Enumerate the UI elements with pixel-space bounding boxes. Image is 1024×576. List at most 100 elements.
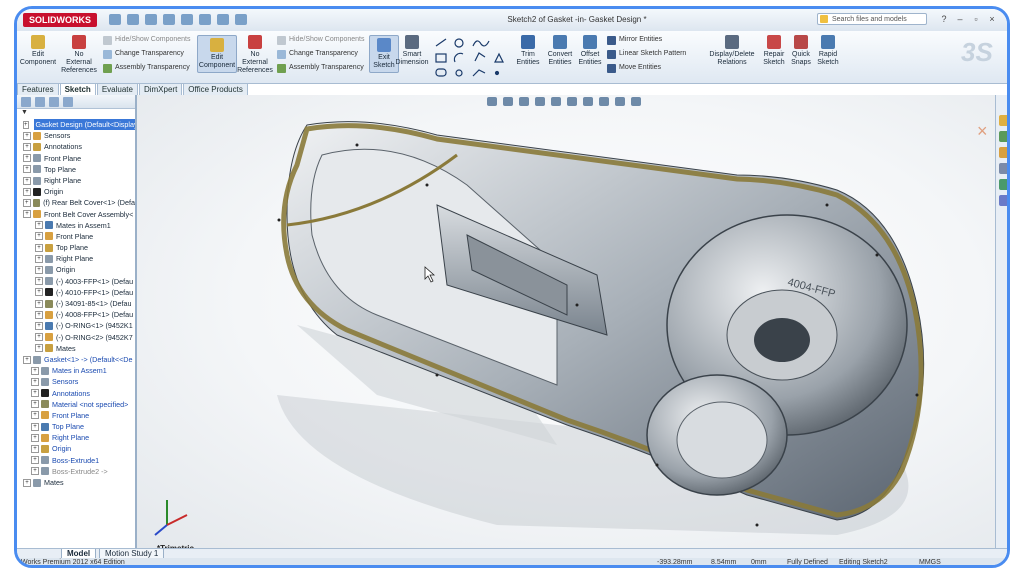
- tab-evaluate[interactable]: Evaluate: [96, 83, 138, 95]
- expand-icon[interactable]: +: [35, 288, 43, 297]
- edit-appearance-icon[interactable]: [599, 97, 609, 106]
- tree-item[interactable]: + Mates in Assem1: [17, 220, 135, 231]
- tree-item[interactable]: + Right Plane: [17, 253, 135, 264]
- tree-item[interactable]: + (-) 4008-FFP<1> (Defau: [17, 309, 135, 320]
- resources-icon[interactable]: [999, 115, 1007, 126]
- tree-item[interactable]: + (-) O-RING<2> (9452K7: [17, 332, 135, 343]
- expand-icon[interactable]: +: [31, 366, 39, 375]
- smart-dimension-button[interactable]: Smart Dimension: [395, 35, 429, 67]
- change-transparency-1[interactable]: Change Transparency: [103, 49, 184, 59]
- graphics-viewport[interactable]: 4004-FFP ×: [137, 95, 995, 548]
- expand-icon[interactable]: +: [31, 445, 39, 454]
- expand-icon[interactable]: +: [35, 266, 43, 275]
- display-manager-icon[interactable]: [63, 97, 73, 107]
- tree-item[interactable]: + Origin: [17, 186, 135, 197]
- expand-icon[interactable]: +: [23, 176, 31, 185]
- close-button[interactable]: ×: [987, 14, 997, 24]
- tree-item[interactable]: + Origin: [17, 443, 135, 454]
- tree-item[interactable]: + Gasket Design (Default<Display: [17, 119, 135, 131]
- model-render[interactable]: 4004-FFP ×: [137, 95, 995, 548]
- units-label[interactable]: MMGS: [919, 558, 941, 565]
- text-tool-icon[interactable]: [494, 52, 504, 63]
- expand-icon[interactable]: +: [31, 400, 39, 409]
- expand-icon[interactable]: +: [23, 131, 31, 140]
- edit-component-button-1[interactable]: Edit Component: [20, 35, 56, 67]
- move-entities[interactable]: Move Entities: [607, 63, 661, 73]
- linear-sketch-pattern[interactable]: Linear Sketch Pattern: [607, 49, 686, 59]
- expand-icon[interactable]: +: [31, 433, 39, 442]
- custom-properties-icon[interactable]: [999, 195, 1007, 206]
- tree-item[interactable]: + Front Plane: [17, 410, 135, 421]
- hide-show-items-icon[interactable]: [583, 97, 593, 106]
- expand-icon[interactable]: +: [23, 355, 31, 364]
- restore-button[interactable]: ▫: [971, 14, 981, 24]
- tree-item[interactable]: + Right Plane: [17, 432, 135, 443]
- expand-icon[interactable]: +: [35, 232, 43, 241]
- zoom-to-fit-icon[interactable]: [487, 97, 497, 106]
- spline-tool-icon[interactable]: [472, 40, 490, 47]
- tree-item[interactable]: + (-) 4010-FFP<1> (Defau: [17, 287, 135, 298]
- view-orientation-icon[interactable]: [551, 97, 561, 106]
- expand-icon[interactable]: +: [23, 120, 29, 129]
- save-icon[interactable]: [145, 14, 157, 25]
- tab-dimxpert[interactable]: DimXpert: [138, 83, 183, 95]
- expand-icon[interactable]: +: [35, 277, 43, 286]
- expand-icon[interactable]: +: [31, 467, 39, 476]
- expand-icon[interactable]: +: [35, 310, 43, 319]
- property-manager-icon[interactable]: [35, 97, 45, 107]
- point-tool-icon[interactable]: [494, 70, 500, 76]
- select-icon[interactable]: [199, 14, 211, 25]
- tree-item[interactable]: + Top Plane: [17, 242, 135, 253]
- expand-icon[interactable]: +: [35, 243, 43, 252]
- repair-sketch-button[interactable]: Repair Sketch: [761, 35, 787, 67]
- undo-icon[interactable]: [181, 14, 193, 25]
- tree-filter[interactable]: ▼: [17, 109, 135, 119]
- assembly-transparency-2[interactable]: Assembly Transparency: [277, 63, 364, 73]
- mirror-entities[interactable]: Mirror Entities: [607, 35, 662, 45]
- view-settings-icon[interactable]: [631, 97, 641, 106]
- options-icon[interactable]: [235, 14, 247, 25]
- display-style-icon[interactable]: [567, 97, 577, 106]
- rebuild-icon[interactable]: [217, 14, 229, 25]
- tree-item[interactable]: + (-) O-RING<1> (9452K1: [17, 320, 135, 331]
- tree-item[interactable]: + Top Plane: [17, 421, 135, 432]
- open-folder-icon[interactable]: [127, 14, 139, 25]
- line-tool-icon[interactable]: [435, 38, 447, 47]
- tree-item[interactable]: + Front Plane: [17, 231, 135, 242]
- expand-icon[interactable]: +: [23, 142, 31, 151]
- hide-show-components-1[interactable]: Hide/Show Components: [103, 35, 191, 45]
- display-delete-relations-button[interactable]: Display/Delete Relations: [707, 35, 757, 67]
- expand-icon[interactable]: +: [31, 411, 39, 420]
- tree-item[interactable]: + Annotations: [17, 388, 135, 399]
- edit-component-button-2[interactable]: Edit Component: [197, 35, 237, 73]
- tab-office-products[interactable]: Office Products: [183, 83, 248, 95]
- tree-item[interactable]: + Origin: [17, 264, 135, 275]
- tree-item[interactable]: + Material <not specified>: [17, 399, 135, 410]
- change-transparency-2[interactable]: Change Transparency: [277, 49, 358, 59]
- assembly-transparency-1[interactable]: Assembly Transparency: [103, 63, 190, 73]
- trim-entities-button[interactable]: Trim Entities: [515, 35, 541, 67]
- tree-item[interactable]: + Mates in Assem1: [17, 365, 135, 376]
- tree-item[interactable]: + Front Plane: [17, 153, 135, 164]
- no-external-references-button-1[interactable]: No External References: [61, 35, 97, 75]
- slot-tool-icon[interactable]: [435, 68, 447, 77]
- appearances-icon[interactable]: [999, 179, 1007, 190]
- tree-item[interactable]: + Annotations: [17, 141, 135, 152]
- expand-icon[interactable]: +: [23, 187, 31, 196]
- tree-item[interactable]: + Mates: [17, 477, 135, 488]
- tree-item[interactable]: + Boss-Extrude1: [17, 455, 135, 466]
- previous-view-icon[interactable]: [519, 97, 529, 106]
- expand-icon[interactable]: +: [31, 456, 39, 465]
- design-library-icon[interactable]: [999, 131, 1007, 142]
- tree-item[interactable]: + (-) 4003-FFP<1> (Defau: [17, 276, 135, 287]
- new-document-icon[interactable]: [109, 14, 121, 25]
- circle-tool-icon[interactable]: [454, 38, 464, 48]
- tab-sketch[interactable]: Sketch: [59, 83, 96, 95]
- tree-item[interactable]: + Sensors: [17, 130, 135, 141]
- tree-item[interactable]: + Sensors: [17, 376, 135, 387]
- expand-icon[interactable]: +: [35, 333, 43, 342]
- quick-snaps-button[interactable]: Quick Snaps: [789, 35, 813, 67]
- expand-icon[interactable]: +: [31, 377, 39, 386]
- no-external-references-button-2[interactable]: No External References: [237, 35, 273, 75]
- tree-item[interactable]: + Top Plane: [17, 164, 135, 175]
